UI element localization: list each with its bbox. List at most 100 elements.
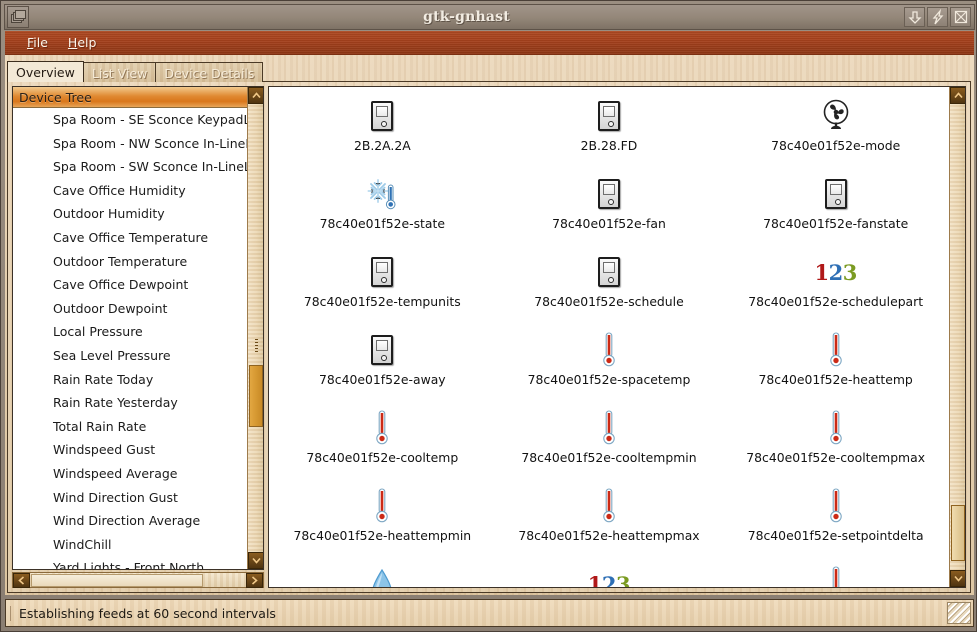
scroll-left-button[interactable] <box>13 573 30 588</box>
device-icon-label: 2B.28.FD <box>580 138 638 153</box>
tab-device-details[interactable]: Device Details <box>155 62 264 82</box>
tree-item[interactable]: Windspeed Average <box>13 462 247 486</box>
device-icon-item[interactable]: 123 78c40e01f52e-schedulepart <box>722 249 949 310</box>
resize-grip[interactable] <box>947 602 971 624</box>
device-icon-item[interactable]: 78c40e01f52e-fanstate <box>722 171 949 231</box>
device-icon-item[interactable]: 2B.28.FD <box>496 93 723 153</box>
tab-overview[interactable]: Overview <box>7 61 84 82</box>
switch-glyph <box>371 257 394 287</box>
tree-item[interactable]: Cave Office Humidity <box>13 179 247 203</box>
scroll-up-button[interactable] <box>248 87 263 104</box>
thermometer-glyph <box>832 566 840 587</box>
snowflake-thermometer-icon <box>365 173 399 215</box>
tree-item[interactable]: Yard Lights - Front North <box>13 556 247 569</box>
tree-item[interactable]: Cave Office Temperature <box>13 226 247 250</box>
device-icon-item[interactable]: 78c40e01f52e-cooltempmax <box>722 405 949 465</box>
device-tree-vertical-scrollbar[interactable] <box>247 87 263 569</box>
device-icon-label: 78c40e01f52e-away <box>319 372 446 387</box>
numbers-123-icon: 123 <box>814 251 857 293</box>
tab-list-view[interactable]: List View <box>82 62 157 82</box>
numbers-123-glyph: 123 <box>587 571 631 588</box>
menu-file-rest: ile <box>33 35 48 50</box>
scroll-right-button[interactable] <box>246 573 263 588</box>
thermometer-glyph <box>603 332 615 367</box>
tree-item[interactable]: WindChill <box>13 533 247 557</box>
tab-bar: Overview List View Device Details <box>7 61 264 82</box>
menu-file[interactable]: File <box>17 33 58 52</box>
device-icon-item[interactable]: 78c40e01f52e-heattemp <box>722 327 949 387</box>
chevron-up-icon <box>953 92 963 99</box>
icon-scroll-up-button[interactable] <box>950 87 965 104</box>
switch-icon <box>592 173 626 215</box>
switch-glyph <box>597 179 620 209</box>
tree-item[interactable]: Windspeed Gust <box>13 438 247 462</box>
device-icon-item[interactable]: 2B.2A.2A <box>269 93 496 153</box>
tree-item[interactable]: Outdoor Temperature <box>13 250 247 274</box>
tree-item[interactable]: Total Rain Rate <box>13 415 247 439</box>
tree-item[interactable]: Rain Rate Today <box>13 368 247 392</box>
chevron-down-icon <box>251 557 261 564</box>
scroll-down-button[interactable] <box>248 552 263 569</box>
device-icon-label: 78c40e01f52e-state <box>319 216 445 231</box>
window-controls <box>904 7 971 27</box>
thermometer-glyph <box>603 410 615 445</box>
tree-item[interactable]: Outdoor Dewpoint <box>13 297 247 321</box>
hscroll-thumb[interactable] <box>31 574 203 587</box>
icon-scroll-thumb[interactable] <box>951 505 965 561</box>
water-drop-icon <box>365 563 399 587</box>
tree-item[interactable]: Outdoor Humidity <box>13 202 247 226</box>
device-tree-box: Device Tree Spa Room - SE Sconce KeypadL… <box>12 86 264 570</box>
menu-help[interactable]: Help <box>58 33 107 52</box>
device-icon-item[interactable]: 78c40e01f52e-outdoortemp <box>722 561 949 587</box>
tree-item[interactable]: Cave Office Dewpoint <box>13 273 247 297</box>
thermometer-glyph <box>376 488 389 523</box>
tree-item[interactable]: Local Pressure <box>13 320 247 344</box>
device-icon-item[interactable]: 78c40e01f52e-spacetemp <box>496 327 723 387</box>
tree-item[interactable]: Spa Room - SW Sconce In-LineL <box>13 155 247 179</box>
chevron-up-icon <box>251 92 261 99</box>
device-icon-item[interactable]: 78c40e01f52e-away <box>269 327 496 387</box>
icon-view-vertical-scrollbar[interactable] <box>949 87 965 587</box>
thermometer-glyph <box>829 332 842 367</box>
minimize-button[interactable] <box>904 7 925 27</box>
tree-item[interactable]: Spa Room - NW Sconce In-LineL <box>13 132 247 156</box>
device-icon-grid: 2B.2A.2A 2B.28.FD 78c40e01f52e-mode 78c40e0… <box>269 93 949 587</box>
device-icon-item[interactable]: 78c40e01f52e-hum <box>269 561 496 587</box>
device-tree-header[interactable]: Device Tree <box>13 87 247 108</box>
thermometer-icon <box>819 485 853 527</box>
close-button[interactable] <box>950 7 971 27</box>
tree-item[interactable]: Sea Level Pressure <box>13 344 247 368</box>
device-icon-item[interactable]: 78c40e01f52e-heattempmin <box>269 483 496 543</box>
overview-panel: Device Tree Spa Room - SE Sconce KeypadL… <box>7 81 971 593</box>
snowflake-thermometer-glyph <box>367 179 396 210</box>
device-icon-item[interactable]: 78c40e01f52e-mode <box>722 93 949 153</box>
thermometer-glyph <box>829 410 842 445</box>
device-icon-item[interactable]: 78c40e01f52e-cooltempmin <box>496 405 723 465</box>
tree-item[interactable]: Wind Direction Gust <box>13 486 247 510</box>
switch-icon <box>819 173 853 215</box>
down-arrow-icon <box>908 11 922 24</box>
device-icon-label: 78c40e01f52e-fanstate <box>763 216 909 231</box>
icon-scroll-down-button[interactable] <box>950 570 965 587</box>
device-tree-horizontal-scrollbar[interactable] <box>12 572 264 588</box>
scroll-thumb[interactable] <box>249 365 263 427</box>
device-icon-item[interactable]: 78c40e01f52e-heattempmax <box>496 483 723 543</box>
device-icon-item[interactable]: 78c40e01f52e-setpointdelta <box>722 483 949 543</box>
device-icon-item[interactable]: 78c40e01f52e-cooltemp <box>269 405 496 465</box>
tree-item[interactable]: Rain Rate Yesterday <box>13 391 247 415</box>
device-icon-item[interactable]: 78c40e01f52e-state <box>269 171 496 231</box>
device-icon-item[interactable]: 78c40e01f52e-tempunits <box>269 249 496 309</box>
fan-icon <box>819 95 853 137</box>
thermometer-icon <box>592 329 626 371</box>
tree-item[interactable]: Wind Direction Average <box>13 509 247 533</box>
menu-bar: File Help <box>5 31 974 55</box>
tree-item[interactable]: Spa Room - SE Sconce KeypadL <box>13 108 247 132</box>
maximize-button[interactable] <box>927 7 948 27</box>
window-stack-icon[interactable] <box>7 6 29 28</box>
device-icon-item[interactable]: 78c40e01f52e-schedule <box>496 249 723 309</box>
window-frame: gtk-gnhast File Help Overview List View … <box>0 0 977 632</box>
switch-icon <box>365 251 399 293</box>
device-icon-item[interactable]: 78c40e01f52e-fan <box>496 171 723 231</box>
device-tree-column: Device Tree Spa Room - SE Sconce KeypadL… <box>13 87 247 569</box>
device-icon-item[interactable]: 12378c40e01f52e-availablemodes <box>496 561 723 588</box>
